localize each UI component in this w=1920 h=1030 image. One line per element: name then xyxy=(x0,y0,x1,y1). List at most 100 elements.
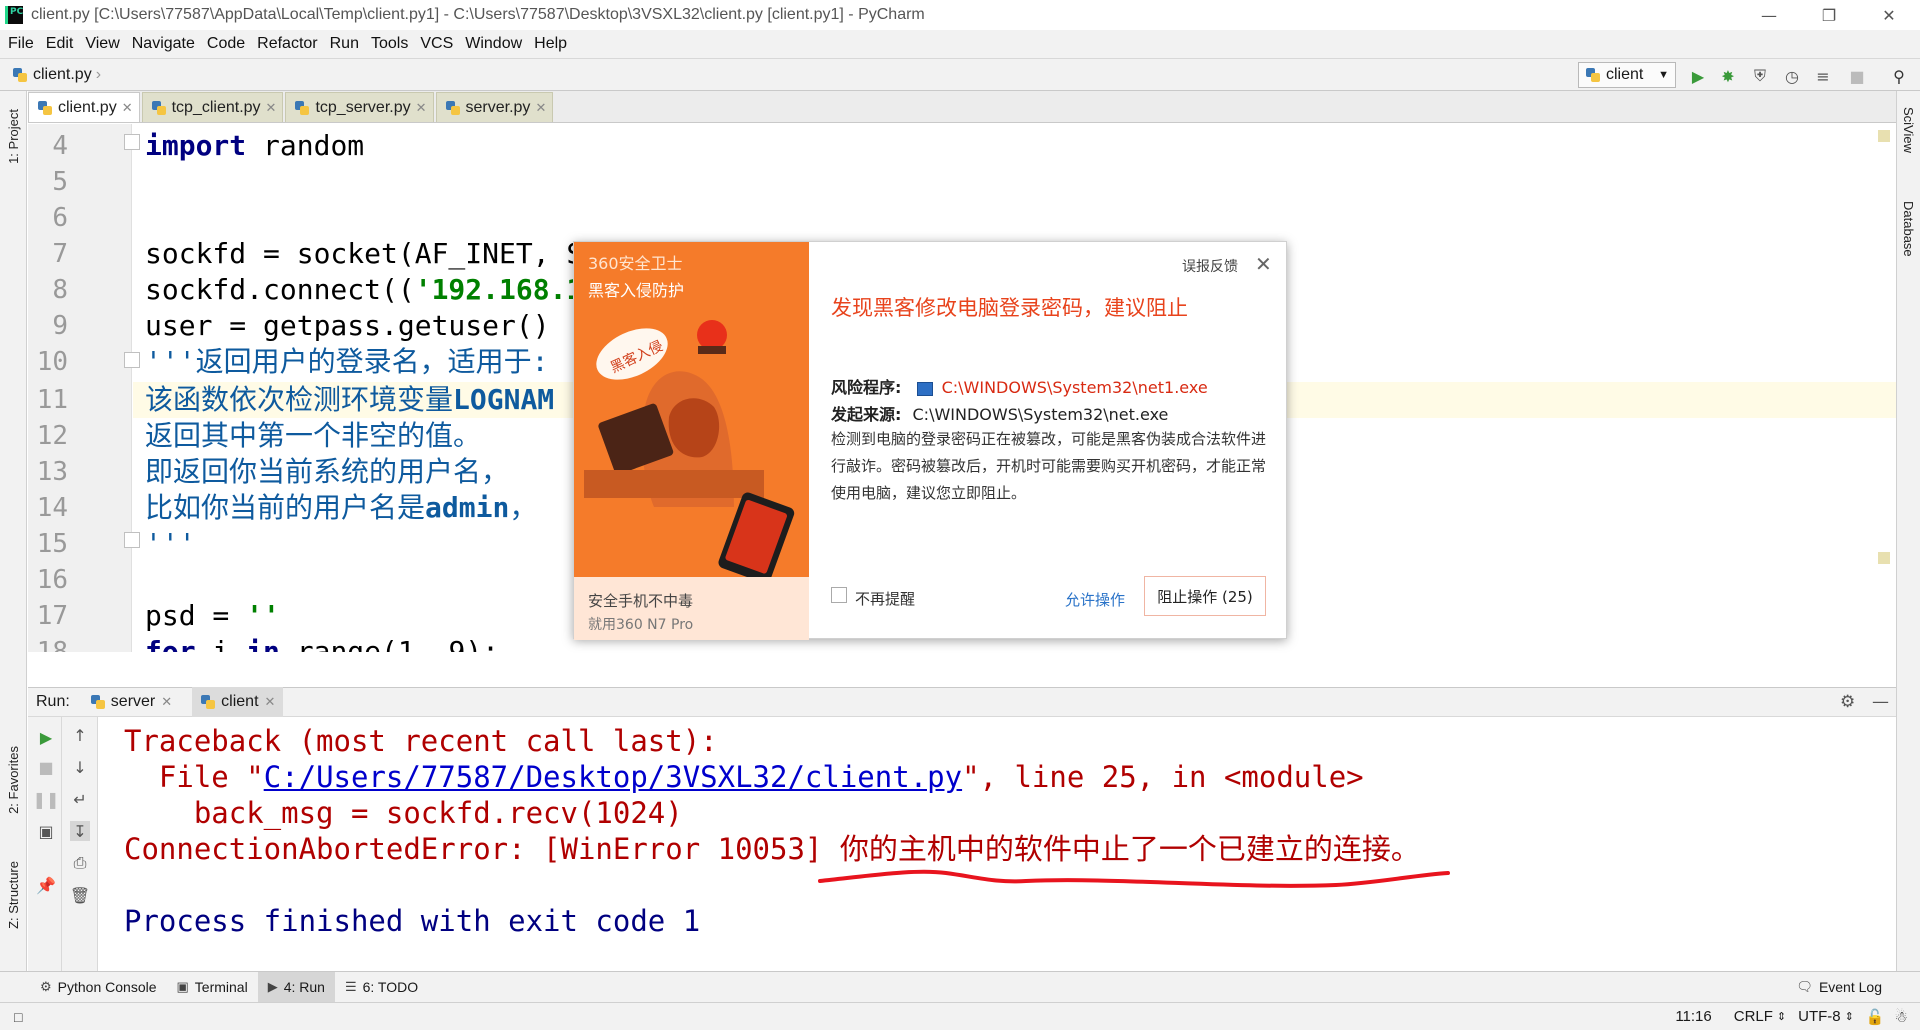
favorites-tool-tab[interactable]: 2: Favorites xyxy=(6,746,21,814)
coverage-icon[interactable]: ⛨ xyxy=(1749,65,1771,87)
rerun-icon[interactable]: ▶ xyxy=(36,727,56,747)
arrow-down-icon[interactable]: ↓ xyxy=(70,757,90,777)
close-tab-icon[interactable]: ✕ xyxy=(416,100,427,116)
status-window-icon[interactable]: □ xyxy=(14,1009,22,1025)
pause-icon[interactable]: ❚❚ xyxy=(33,789,60,809)
menu-window[interactable]: Window xyxy=(465,35,522,53)
breadcrumb[interactable]: client.py › xyxy=(12,66,101,84)
error-line: ConnectionAbortedError: [WinError 10053]… xyxy=(124,832,1420,866)
stop-icon[interactable]: ■ xyxy=(36,757,56,777)
line-number: 17 xyxy=(36,601,68,631)
layout-icon[interactable]: ▣ xyxy=(36,821,56,841)
stop-icon[interactable]: ■ xyxy=(1846,65,1868,87)
dont-remind-label[interactable]: 不再提醒 xyxy=(855,588,915,609)
ad-line-2[interactable]: 就用360 N7 Pro xyxy=(588,614,693,634)
menu-edit[interactable]: Edit xyxy=(46,35,74,53)
line-number: 5 xyxy=(52,167,68,197)
python-file-icon xyxy=(12,67,28,83)
keyword: import xyxy=(145,129,247,162)
close-tab-icon[interactable]: ✕ xyxy=(265,694,276,710)
scroll-marker[interactable] xyxy=(1878,130,1890,142)
profile-icon[interactable]: ◷ xyxy=(1781,65,1803,87)
database-tool-tab[interactable]: Database xyxy=(1901,201,1916,257)
run-console[interactable]: Traceback (most recent call last): File … xyxy=(98,717,1880,971)
pin-icon[interactable]: 📌 xyxy=(36,875,56,895)
minimize-icon[interactable]: — xyxy=(1746,0,1792,30)
tab-server-py[interactable]: server.py ✕ xyxy=(435,92,554,122)
close-tab-icon[interactable]: ✕ xyxy=(535,100,546,116)
structure-tool-tab[interactable]: Z: Structure xyxy=(6,861,21,929)
menu-run[interactable]: Run xyxy=(330,35,359,53)
allow-button[interactable]: 允许操作 xyxy=(1065,589,1125,610)
arrow-up-icon[interactable]: ↑ xyxy=(70,725,90,745)
trash-icon[interactable]: 🗑 xyxy=(70,885,90,905)
debug-icon[interactable]: ✸ xyxy=(1717,65,1739,87)
inspector-icon[interactable]: ☃ xyxy=(1895,1008,1908,1026)
code-text: LOGNAM xyxy=(453,383,555,416)
hide-icon[interactable]: — xyxy=(1872,692,1889,712)
menu-file[interactable]: File xyxy=(8,35,34,53)
tool-tab-terminal[interactable]: ▣ Terminal xyxy=(167,972,258,1003)
file-link[interactable]: C:/Users/77587/Desktop/3VSXL32/client.py xyxy=(264,760,962,794)
menu-refactor[interactable]: Refactor xyxy=(257,35,317,53)
false-report-link[interactable]: 误报反馈 xyxy=(1182,256,1238,276)
run-config-select[interactable]: client ▼ xyxy=(1578,62,1676,88)
soft-wrap-icon[interactable]: ↵ xyxy=(70,789,90,809)
close-icon[interactable]: ✕ xyxy=(1866,0,1912,30)
sciview-tool-tab[interactable]: SciView xyxy=(1901,107,1916,153)
run-icon[interactable]: ▶ xyxy=(1687,65,1709,87)
fold-icon[interactable] xyxy=(124,532,140,548)
string-literal: '' xyxy=(246,599,280,632)
tab-label: tcp_client.py xyxy=(171,98,261,116)
menu-code[interactable]: Code xyxy=(207,35,245,53)
project-tool-tab[interactable]: 1: Project xyxy=(6,109,21,164)
close-tab-icon[interactable]: ✕ xyxy=(161,694,172,710)
fold-icon[interactable] xyxy=(124,134,140,150)
tool-tab-todo[interactable]: ☰ 6: TODO xyxy=(335,972,428,1003)
tool-tab-label: 4: Run xyxy=(283,979,325,995)
ad-line-1[interactable]: 安全手机不中毒 xyxy=(588,590,693,611)
docstring-line: 返回其中第一个非空的值。 xyxy=(145,419,482,452)
gear-icon[interactable]: ⚙ xyxy=(1840,692,1855,712)
run-tab-client[interactable]: client ✕ xyxy=(192,687,284,717)
block-button[interactable]: 阻止操作 (25) xyxy=(1144,576,1266,616)
tool-tab-label: Python Console xyxy=(57,979,157,995)
line-separator[interactable]: CRLF xyxy=(1734,1008,1773,1025)
menu-view[interactable]: View xyxy=(85,35,119,53)
tool-tab-run[interactable]: ▶ 4: Run xyxy=(257,971,335,1003)
file-encoding[interactable]: UTF-8 xyxy=(1798,1008,1841,1025)
tab-tcp-server-py[interactable]: tcp_server.py ✕ xyxy=(285,92,434,122)
lock-icon[interactable]: 🔓 xyxy=(1866,1008,1885,1026)
print-icon[interactable]: ⎙ xyxy=(70,853,90,873)
close-icon[interactable]: ✕ xyxy=(1255,252,1272,276)
docstring-line: ''' xyxy=(145,527,196,560)
menu-vcs[interactable]: VCS xyxy=(420,35,453,53)
docstring-line: 即返回你当前系统的用户名， xyxy=(145,455,510,488)
close-tab-icon[interactable]: ✕ xyxy=(266,100,277,116)
code-line: import random xyxy=(145,128,364,164)
run-tab-server[interactable]: server ✕ xyxy=(82,687,180,717)
fold-icon[interactable] xyxy=(124,352,140,368)
code-text: psd = xyxy=(145,599,247,632)
menu-help[interactable]: Help xyxy=(534,35,567,53)
editor-tabs: client.py ✕ tcp_client.py ✕ tcp_server.p… xyxy=(28,91,1896,123)
dont-remind-checkbox[interactable] xyxy=(831,587,847,603)
source-label: 发起来源: xyxy=(831,405,902,424)
tab-client-py[interactable]: client.py ✕ xyxy=(28,92,140,122)
title-bar: PC client.py [C:\Users\77587\AppData\Loc… xyxy=(0,0,1920,30)
close-tab-icon[interactable]: ✕ xyxy=(122,100,133,116)
event-log-button[interactable]: 🗨 Event Log xyxy=(1786,972,1892,1003)
breadcrumb-file[interactable]: client.py xyxy=(33,66,92,84)
desk xyxy=(584,470,764,498)
tool-tab-python-console[interactable]: ⚙ Python Console xyxy=(30,972,167,1003)
scroll-to-end-icon[interactable]: ↧ xyxy=(70,821,90,841)
tab-tcp-client-py[interactable]: tcp_client.py ✕ xyxy=(141,92,284,122)
menu-tools[interactable]: Tools xyxy=(371,35,408,53)
menu-navigate[interactable]: Navigate xyxy=(132,35,195,53)
concurrency-icon[interactable]: ≡ xyxy=(1812,65,1834,87)
search-icon[interactable]: ⚲ xyxy=(1888,65,1910,87)
scroll-marker[interactable] xyxy=(1878,552,1890,564)
code-text: i xyxy=(195,635,247,652)
caret-position[interactable]: 11:16 xyxy=(1675,1008,1711,1025)
restore-icon[interactable]: ❐ xyxy=(1806,0,1852,30)
